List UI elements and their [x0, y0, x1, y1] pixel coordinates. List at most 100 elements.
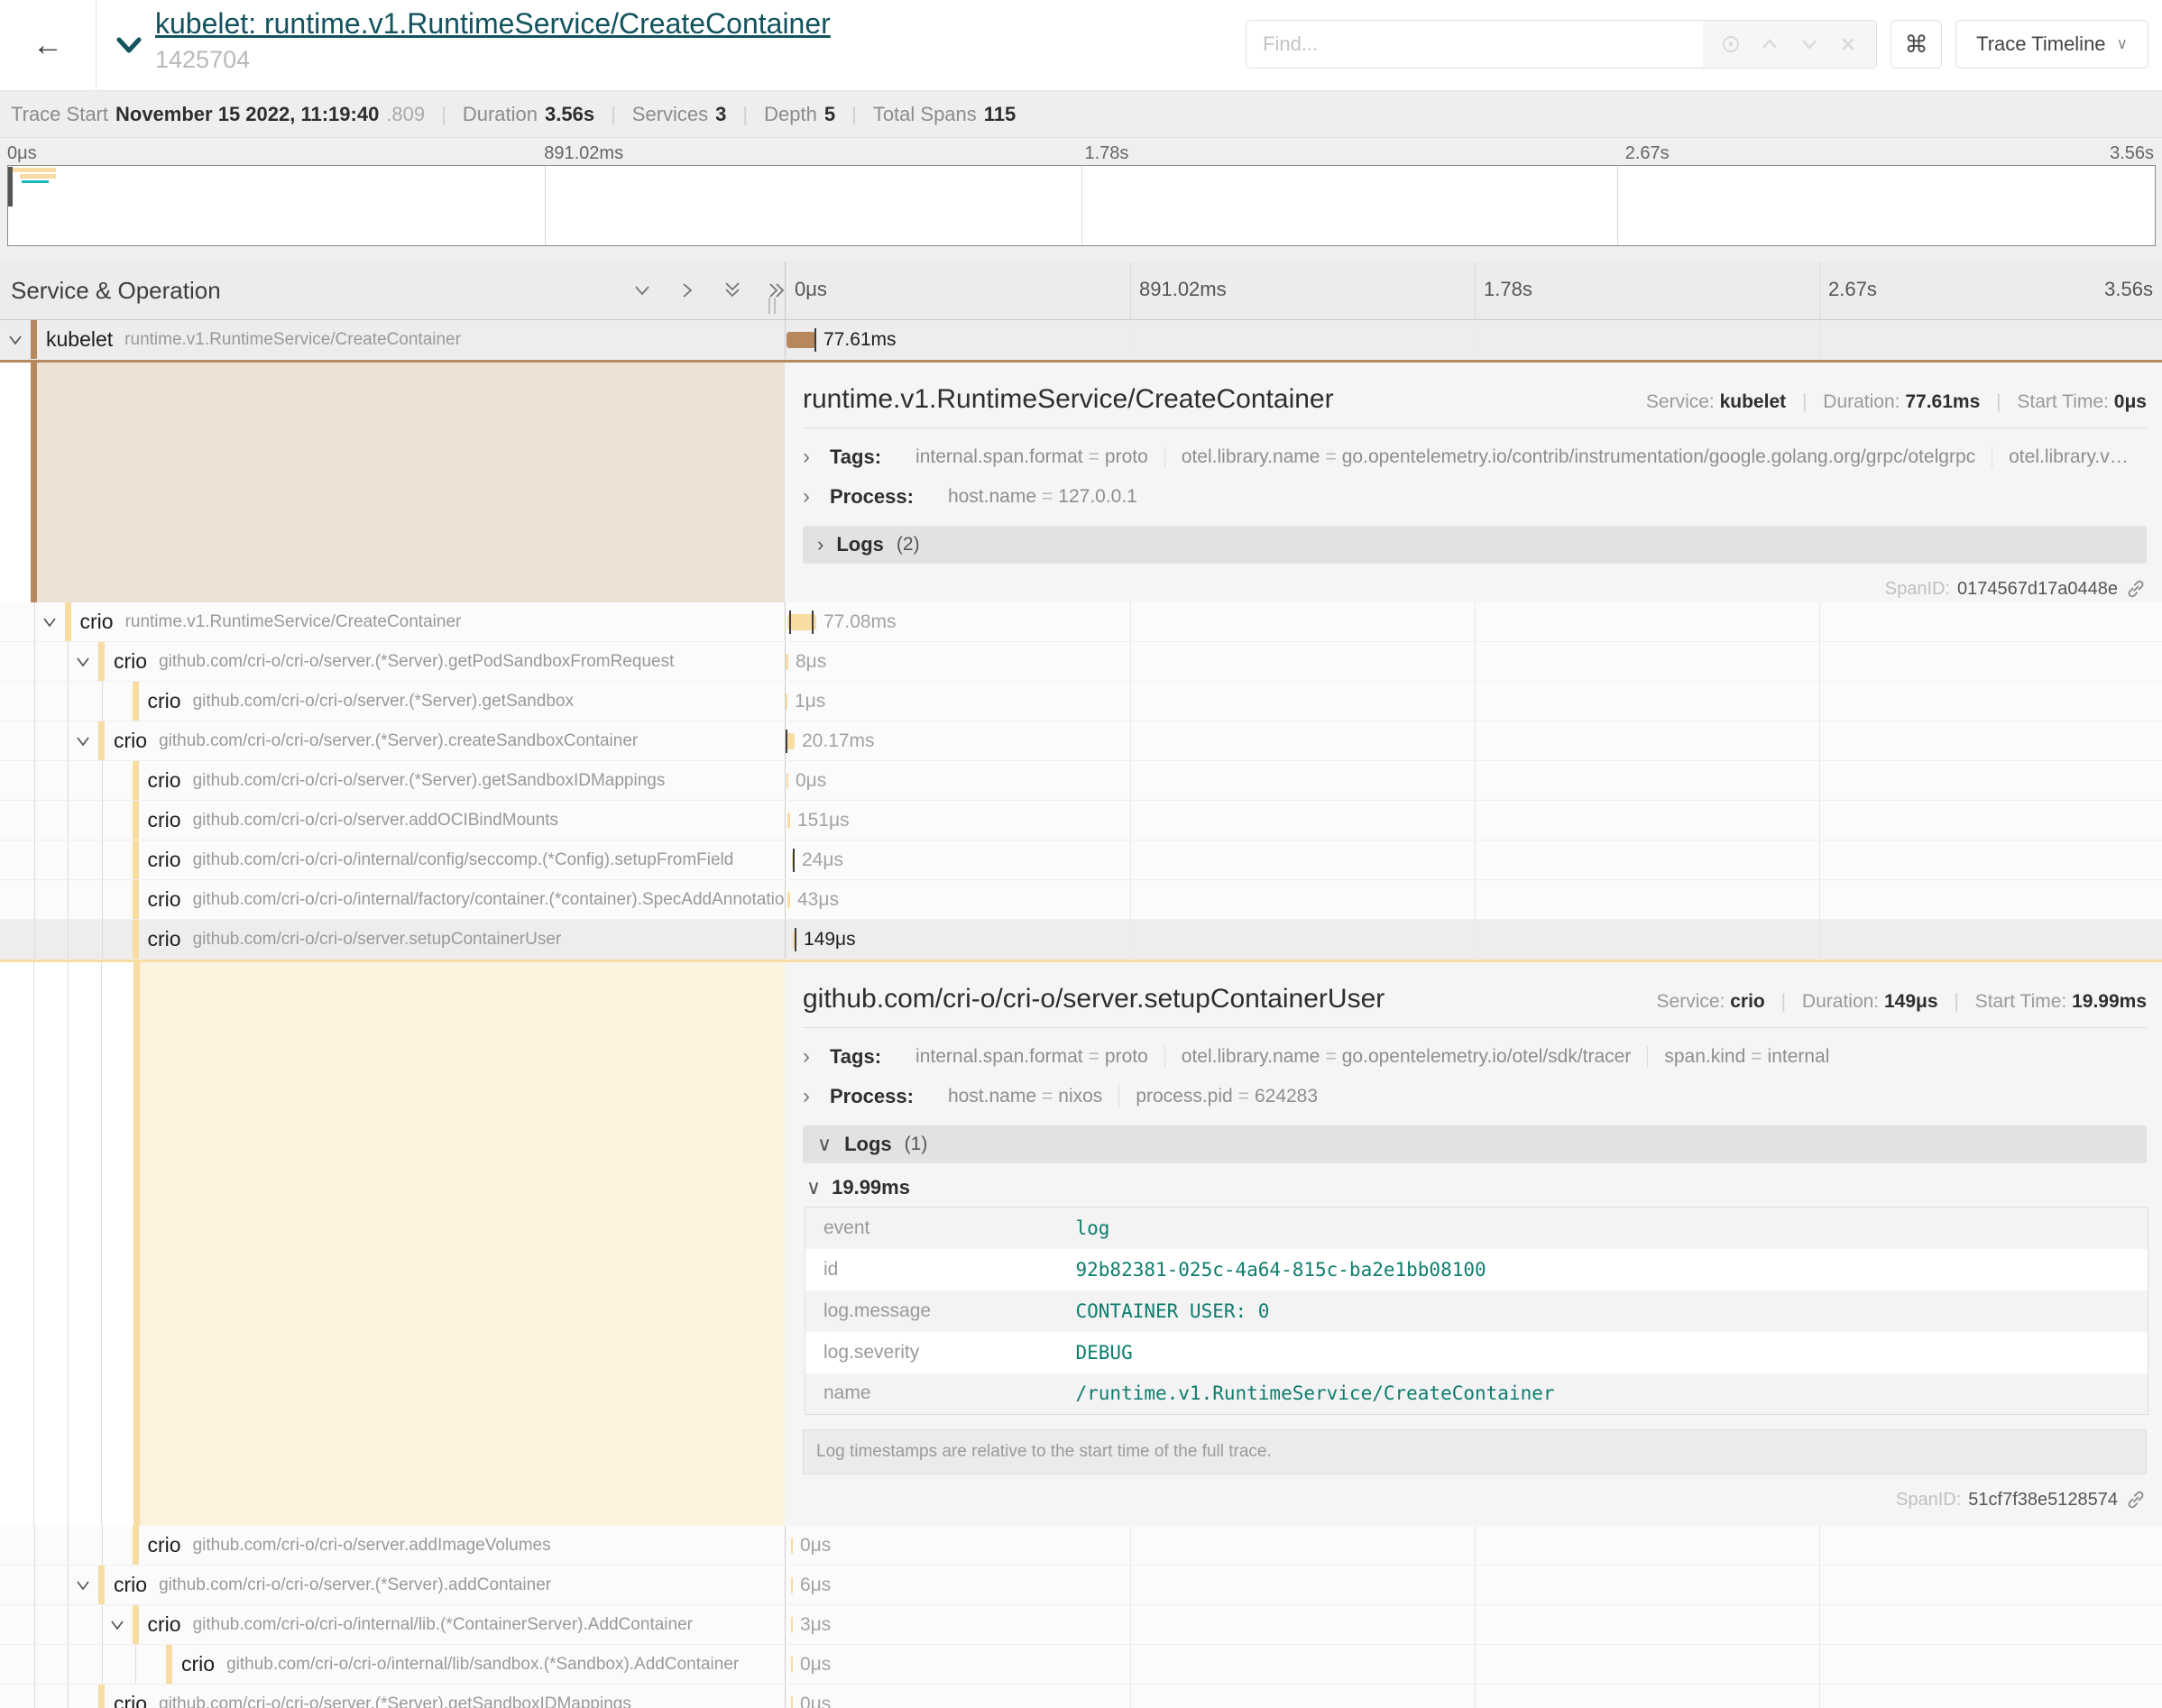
span-timeline-cell[interactable]: 151μs — [785, 801, 2162, 840]
span-timeline-cell[interactable]: 0μs — [785, 761, 2162, 800]
span-name-cell[interactable]: crio github.com/cri-o/cri-o/internal/lib… — [0, 1605, 785, 1644]
service-name: crio — [148, 927, 181, 951]
duration-bar[interactable] — [791, 1617, 793, 1633]
span-row[interactable]: crio github.com/cri-o/cri-o/internal/lib… — [0, 1605, 2162, 1645]
span-timeline-cell[interactable]: 1μs — [785, 682, 2162, 721]
span-row[interactable]: crio github.com/cri-o/cri-o/server.addOC… — [0, 801, 2162, 840]
span-name-cell[interactable]: crio github.com/cri-o/cri-o/server.(*Ser… — [0, 642, 785, 681]
duration-value: 3.56s — [545, 103, 594, 126]
span-row[interactable]: kubelet runtime.v1.RuntimeService/Create… — [0, 320, 2162, 360]
back-button[interactable]: ← — [0, 0, 97, 90]
span-name-cell[interactable]: crio github.com/cri-o/cri-o/server.addOC… — [0, 801, 785, 840]
service-name: crio — [148, 768, 181, 793]
find-prev-icon[interactable] — [1758, 32, 1781, 56]
duration-bar[interactable] — [786, 654, 788, 670]
deep-link-icon[interactable] — [2125, 1489, 2147, 1511]
span-name-cell[interactable]: crio github.com/cri-o/cri-o/internal/lib… — [0, 1645, 785, 1684]
find-box — [1246, 20, 1877, 69]
logs-toggle[interactable]: › Logs (2) — [803, 526, 2147, 564]
operation-name: runtime.v1.RuntimeService/CreateContaine… — [125, 612, 462, 632]
span-timeline-cell[interactable]: 77.61ms — [785, 320, 2162, 359]
span-row[interactable]: crio github.com/cri-o/cri-o/server.(*Ser… — [0, 682, 2162, 721]
span-timeline-cell[interactable]: 24μs — [785, 840, 2162, 879]
span-timeline-cell[interactable]: 0μs — [785, 1526, 2162, 1565]
span-name-cell[interactable]: crio github.com/cri-o/cri-o/server.(*Ser… — [0, 1685, 785, 1708]
collapse-all-icon[interactable] — [722, 280, 743, 301]
span-timeline-cell[interactable]: 0μs — [785, 1645, 2162, 1684]
minimap-viewport-scrubber[interactable] — [8, 167, 13, 207]
span-row[interactable]: crio github.com/cri-o/cri-o/server.(*Ser… — [0, 1685, 2162, 1708]
span-timeline-cell[interactable]: 77.08ms — [785, 602, 2162, 641]
deep-link-icon[interactable] — [2125, 578, 2147, 600]
row-chevron-down-icon[interactable] — [75, 655, 91, 669]
tags-row[interactable]: › Tags: internal.span.format=protootel.l… — [803, 1037, 2147, 1077]
duration-bar[interactable] — [787, 733, 795, 749]
span-name-cell[interactable]: crio github.com/cri-o/cri-o/server.setup… — [0, 920, 785, 959]
column-resizer-handle[interactable] — [768, 298, 776, 314]
span-row[interactable]: crio github.com/cri-o/cri-o/internal/con… — [0, 840, 2162, 880]
collapse-one-icon[interactable] — [631, 280, 653, 301]
span-color-bar — [31, 320, 37, 359]
clear-find-icon[interactable] — [1836, 32, 1860, 56]
span-row[interactable]: crio github.com/cri-o/cri-o/server.setup… — [0, 920, 2162, 960]
row-chevron-down-icon[interactable] — [7, 333, 23, 347]
duration-bar[interactable] — [791, 1577, 793, 1593]
operation-name: github.com/cri-o/cri-o/internal/lib/sand… — [226, 1655, 739, 1675]
span-name-cell[interactable]: kubelet runtime.v1.RuntimeService/Create… — [0, 320, 785, 359]
log-entry-toggle[interactable]: ∨ 19.99ms — [806, 1176, 2147, 1199]
duration-label: 151μs — [797, 801, 850, 840]
span-row[interactable]: crio github.com/cri-o/cri-o/server.addIm… — [0, 1526, 2162, 1566]
duration-bar[interactable] — [787, 813, 790, 829]
depth-guide-line — [34, 801, 35, 840]
find-next-icon[interactable] — [1798, 32, 1821, 56]
depth-guide-line — [102, 801, 103, 840]
logs-toggle[interactable]: ∨ Logs (1) — [803, 1125, 2147, 1163]
span-name-cell[interactable]: crio github.com/cri-o/cri-o/internal/con… — [0, 840, 785, 879]
row-chevron-down-icon[interactable] — [75, 1578, 91, 1593]
span-name-cell[interactable]: crio github.com/cri-o/cri-o/server.(*Ser… — [0, 1566, 785, 1604]
span-name-cell[interactable]: crio github.com/cri-o/cri-o/server.(*Ser… — [0, 721, 785, 760]
depth-guide-line — [34, 682, 35, 721]
span-timeline-cell[interactable]: 8μs — [785, 642, 2162, 681]
locate-icon[interactable] — [1719, 32, 1743, 56]
duration-bar[interactable] — [791, 1657, 793, 1673]
keyboard-shortcuts-button[interactable]: ⌘ — [1891, 20, 1942, 69]
row-chevron-down-icon[interactable] — [41, 615, 58, 629]
span-timeline-cell[interactable]: 43μs — [785, 880, 2162, 919]
process-row[interactable]: › Process: host.name=127.0.0.1 — [803, 477, 2147, 517]
span-name-cell[interactable]: crio runtime.v1.RuntimeService/CreateCon… — [0, 602, 785, 641]
span-timeline-cell[interactable]: 149μs — [785, 920, 2162, 959]
span-row[interactable]: crio runtime.v1.RuntimeService/CreateCon… — [0, 602, 2162, 642]
row-chevron-down-icon[interactable] — [75, 734, 91, 748]
span-row[interactable]: crio github.com/cri-o/cri-o/server.(*Ser… — [0, 642, 2162, 682]
view-select-button[interactable]: Trace Timeline ∨ — [1955, 20, 2148, 69]
span-row[interactable]: crio github.com/cri-o/cri-o/internal/lib… — [0, 1645, 2162, 1685]
duration-bar[interactable] — [787, 332, 815, 348]
span-row[interactable]: crio github.com/cri-o/cri-o/server.(*Ser… — [0, 1566, 2162, 1605]
duration-bar[interactable] — [791, 1696, 793, 1708]
row-chevron-down-icon[interactable] — [109, 1618, 125, 1632]
duration-bar[interactable] — [787, 773, 788, 789]
minimap-canvas[interactable] — [7, 165, 2156, 246]
tags-row[interactable]: › Tags: internal.span.format=protootel.l… — [803, 437, 2147, 477]
span-name-cell[interactable]: crio github.com/cri-o/cri-o/server.(*Ser… — [0, 682, 785, 721]
span-timeline-cell[interactable]: 6μs — [785, 1566, 2162, 1604]
duration-bar[interactable] — [787, 892, 790, 908]
duration-bar[interactable] — [791, 1538, 793, 1554]
expand-one-icon[interactable] — [676, 280, 698, 301]
span-timeline-cell[interactable]: 20.17ms — [785, 721, 2162, 760]
find-input[interactable] — [1247, 21, 1703, 68]
span-timeline-cell[interactable]: 0μs — [785, 1685, 2162, 1708]
span-name-cell[interactable]: crio github.com/cri-o/cri-o/server.addIm… — [0, 1526, 785, 1565]
span-detail-meta: Service: crio | Duration: 149μs | Start … — [1657, 991, 2147, 1013]
trace-title-link[interactable]: kubelet: runtime.v1.RuntimeService/Creat… — [155, 7, 831, 41]
span-row[interactable]: crio github.com/cri-o/cri-o/server.(*Ser… — [0, 721, 2162, 761]
trace-collapse-chevron-icon[interactable] — [115, 36, 143, 54]
span-row[interactable]: crio github.com/cri-o/cri-o/internal/fac… — [0, 880, 2162, 920]
duration-bar[interactable] — [786, 693, 787, 710]
span-name-cell[interactable]: crio github.com/cri-o/cri-o/internal/fac… — [0, 880, 785, 919]
span-row[interactable]: crio github.com/cri-o/cri-o/server.(*Ser… — [0, 761, 2162, 801]
process-row[interactable]: › Process: host.name=nixosprocess.pid=62… — [803, 1077, 2147, 1116]
span-name-cell[interactable]: crio github.com/cri-o/cri-o/server.(*Ser… — [0, 761, 785, 800]
span-timeline-cell[interactable]: 3μs — [785, 1605, 2162, 1644]
